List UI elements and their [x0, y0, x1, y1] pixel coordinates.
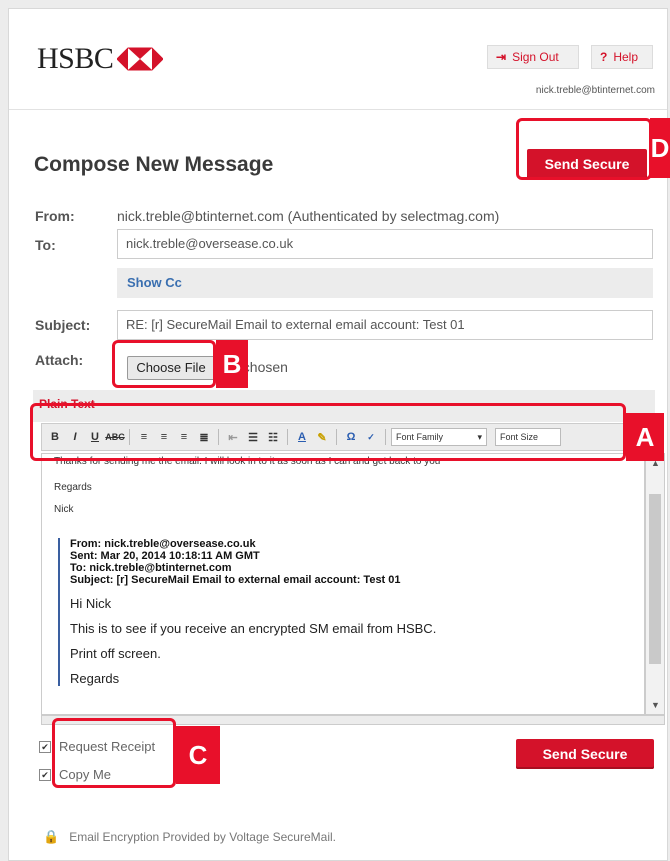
- annotation-c-box: [52, 718, 176, 788]
- subject-label: Subject:: [35, 317, 91, 333]
- editor-scrollbar[interactable]: ▲ ▼: [645, 453, 665, 715]
- hexagon-logo-icon: [117, 47, 164, 71]
- to-label: To:: [35, 237, 56, 253]
- question-icon: ?: [600, 50, 608, 64]
- quote-regards: Regards: [70, 671, 120, 686]
- scroll-down-icon[interactable]: ▼: [651, 700, 660, 710]
- footer-text: Email Encryption Provided by Voltage Sec…: [69, 830, 336, 844]
- show-cc-button[interactable]: Show Cc: [117, 268, 653, 298]
- sign-out-icon: ⇥: [496, 50, 507, 64]
- send-secure-button-bottom[interactable]: Send Secure: [516, 739, 654, 769]
- copy-me-checkbox[interactable]: ✔: [39, 768, 51, 781]
- hsbc-logo: HSBC: [37, 42, 164, 76]
- annotation-b-tag: B: [216, 340, 248, 388]
- to-field[interactable]: nick.treble@oversease.co.uk: [117, 229, 653, 259]
- help-label: Help: [613, 50, 639, 64]
- help-button[interactable]: ? Help: [591, 45, 653, 69]
- attach-label: Attach:: [35, 352, 84, 368]
- user-email: nick.treble@btinternet.com: [535, 85, 655, 96]
- quote-greeting: Hi Nick: [70, 596, 112, 611]
- annotation-c-tag: C: [176, 726, 220, 784]
- annotation-b-box: [112, 340, 216, 388]
- annotation-d-box: [516, 118, 652, 180]
- message-editor[interactable]: Thanks for sending me the email. I will …: [41, 453, 645, 715]
- footer: 🔒 Email Encryption Provided by Voltage S…: [43, 829, 336, 845]
- subject-field[interactable]: RE: [r] SecureMail Email to external ema…: [117, 310, 653, 340]
- scroll-thumb[interactable]: [649, 494, 661, 664]
- annotation-a-box: [30, 403, 626, 461]
- from-label: From:: [35, 208, 75, 224]
- annotation-a-tag: A: [626, 413, 664, 461]
- quote-print: Print off screen.: [70, 646, 161, 661]
- body-name: Nick: [54, 504, 74, 515]
- body-regards: Regards: [54, 482, 92, 493]
- sign-out-button[interactable]: ⇥ Sign Out: [487, 45, 579, 69]
- quote-body: This is to see if you receive an encrypt…: [70, 621, 437, 636]
- annotation-d-tag: D: [650, 118, 670, 178]
- header: HSBC ⇥ Sign Out ? Help nick.treble@btint…: [9, 9, 667, 110]
- logo-text: HSBC: [37, 42, 114, 75]
- quote-from: From: nick.treble@oversease.co.uk: [70, 538, 256, 550]
- lock-icon: 🔒: [43, 829, 60, 844]
- page-title: Compose New Message: [34, 153, 274, 176]
- from-value: nick.treble@btinternet.com (Authenticate…: [117, 208, 500, 224]
- quoted-message: From: nick.treble@oversease.co.uk Sent: …: [58, 538, 630, 686]
- quote-sent: Sent: Mar 20, 2014 10:18:11 AM GMT: [70, 550, 260, 562]
- request-receipt-checkbox[interactable]: ✔: [39, 740, 51, 753]
- sign-out-label: Sign Out: [512, 50, 559, 64]
- quote-subject: Subject: [r] SecureMail Email to externa…: [70, 574, 401, 586]
- quote-to: To: nick.treble@btinternet.com: [70, 562, 232, 574]
